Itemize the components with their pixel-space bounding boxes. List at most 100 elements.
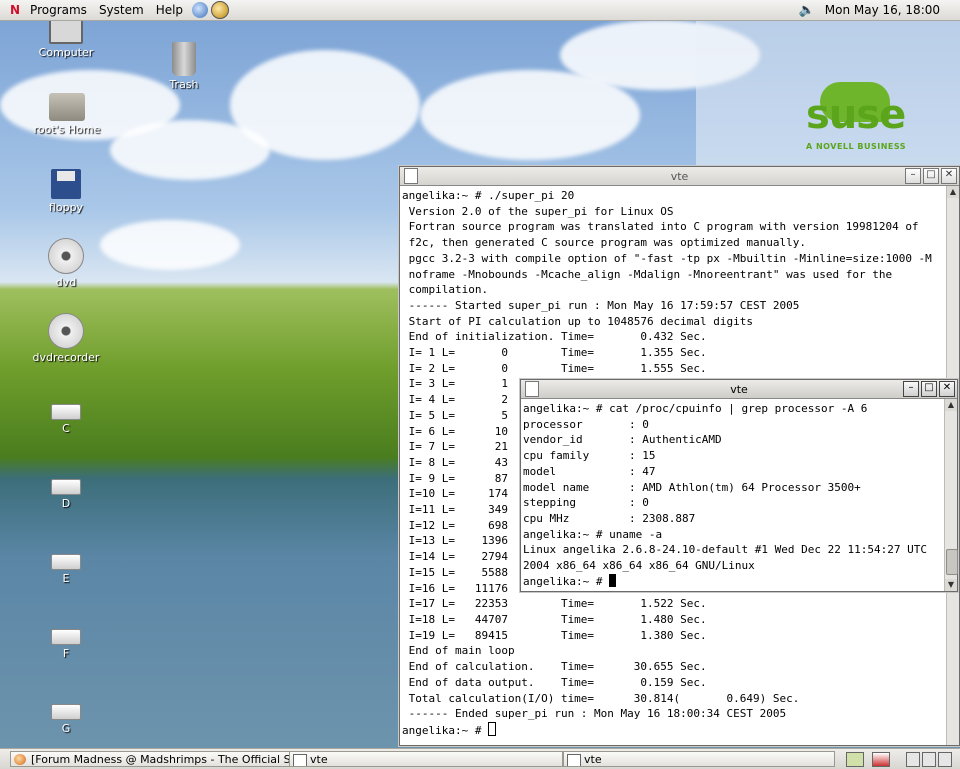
browser-icon xyxy=(14,754,26,765)
cloud xyxy=(100,220,240,270)
trash-icon xyxy=(172,42,196,76)
terminal-prompt-line[interactable]: angelika:~ # xyxy=(402,721,943,739)
terminal-line: End of data output. Time= 0.159 Sec. xyxy=(402,675,707,689)
disc-icon xyxy=(48,313,84,349)
desktop-icon-label: Computer xyxy=(38,46,94,59)
desktop-icon-drive-c[interactable]: C xyxy=(26,404,106,435)
novell-logo-icon[interactable]: N xyxy=(10,3,20,17)
window-title: vte xyxy=(670,169,689,183)
terminal-line: cpu family : 15 xyxy=(523,449,656,463)
desktop-icon-label: dvdrecorder xyxy=(32,351,100,364)
terminal-line: f2c, then generated C source program was… xyxy=(402,236,806,250)
menu-help[interactable]: Help xyxy=(150,3,189,17)
terminal-prompt-line[interactable]: angelika:~ # xyxy=(523,573,941,590)
terminal-line: cpu MHz : 2308.887 xyxy=(523,511,696,525)
terminal-line: model name : AMD Athlon(tm) 64 Processor… xyxy=(523,480,861,494)
floppy-icon xyxy=(51,169,81,199)
disc-icon xyxy=(48,238,84,274)
menu-programs[interactable]: Programs xyxy=(24,3,93,17)
terminal-line: I= 1 L= 0 Time= 1.355 Sec. xyxy=(402,346,707,360)
terminal-line: angelika:~ # ./super_pi 20 xyxy=(402,189,575,202)
compass-launcher-icon[interactable] xyxy=(211,1,230,19)
scroll-up-icon[interactable]: ▲ xyxy=(947,186,959,198)
computer-icon xyxy=(49,20,83,44)
terminal-prompt: angelika:~ # xyxy=(523,574,610,588)
terminal-line: pgcc 3.2-3 with compile option of "-fast… xyxy=(402,251,932,265)
window-titlebar[interactable]: vte – □ ✕ xyxy=(400,167,959,186)
desktop-icon-label: C xyxy=(62,422,70,435)
drive-icon xyxy=(51,404,81,420)
clock[interactable]: Mon May 16, 18:00 xyxy=(825,3,940,17)
workspace-2-icon[interactable] xyxy=(922,752,936,767)
scroll-down-icon[interactable]: ▼ xyxy=(945,579,957,591)
terminal-line: Fortran source program was translated in… xyxy=(402,220,919,234)
window-title: vte xyxy=(730,382,748,396)
show-desktop-icon[interactable] xyxy=(846,752,864,767)
desktop-icon-label: floppy xyxy=(48,201,84,214)
brand-logo: suse xyxy=(806,92,906,138)
terminal-prompt: angelika:~ # xyxy=(402,723,489,737)
close-button[interactable]: ✕ xyxy=(941,168,957,184)
browser-launcher-icon[interactable] xyxy=(192,2,209,18)
terminal-line: Start of PI calculation up to 1048576 de… xyxy=(402,314,753,328)
maximize-button[interactable]: □ xyxy=(921,381,937,397)
minimize-button[interactable]: – xyxy=(905,168,921,184)
scrollbar-thumb[interactable] xyxy=(946,549,958,575)
window-menu-icon[interactable] xyxy=(525,381,539,397)
desktop-icon-drive-f[interactable]: F xyxy=(26,629,106,660)
window-titlebar[interactable]: vte – □ ✕ xyxy=(521,380,957,399)
workspace-1-icon[interactable] xyxy=(906,752,920,767)
terminal-line: ------ Started super_pi run : Mon May 16… xyxy=(402,298,800,312)
scrollbar[interactable]: ▲ ▼ xyxy=(944,399,958,591)
minimize-button[interactable]: – xyxy=(903,381,919,397)
desktop-icon-label: G xyxy=(61,722,71,735)
desktop-icon-dvdrecorder[interactable]: dvdrecorder xyxy=(26,313,106,364)
terminal-line: Version 2.0 of the super_pi for Linux OS xyxy=(402,204,674,218)
terminal-line: Total calculation(I/O) time= 30.814( 0.6… xyxy=(402,691,800,705)
desktop-icon-label: root's Home xyxy=(33,123,101,136)
workspace-3-icon[interactable] xyxy=(938,752,952,767)
terminal-line: I=18 L= 44707 Time= 1.480 Sec. xyxy=(402,612,707,626)
terminal-window-front[interactable]: vte – □ ✕ angelika:~ # cat /proc/cpuinfo… xyxy=(520,379,958,592)
taskbar-item-browser[interactable]: [Forum Madness @ Madshrimps - The Offici… xyxy=(10,751,290,767)
terminal-line: vendor_id : AuthenticAMD xyxy=(523,433,722,447)
terminal-line: 2004 x86_64 x86_64 x86_64 GNU/Linux xyxy=(523,559,755,573)
desktop-icon-drive-e[interactable]: E xyxy=(26,554,106,585)
terminal-line: angelika:~ # uname -a xyxy=(523,527,663,541)
terminal-icon xyxy=(293,754,307,766)
close-button[interactable]: ✕ xyxy=(939,381,955,397)
terminal-icon xyxy=(567,754,581,766)
desktop-icon-floppy[interactable]: floppy xyxy=(26,169,106,214)
menu-system[interactable]: System xyxy=(93,3,150,17)
window-menu-icon[interactable] xyxy=(404,168,418,184)
drive-icon xyxy=(51,479,81,495)
terminal-line: Linux angelika 2.6.8-24.10-default #1 We… xyxy=(523,543,927,557)
taskbar-item-label: vte xyxy=(310,753,328,766)
terminal-line: I=17 L= 22353 Time= 1.522 Sec. xyxy=(402,597,707,611)
taskbar-item-label: vte xyxy=(584,753,602,766)
terminal-line: compilation. xyxy=(402,283,489,297)
terminal-line: model : 47 xyxy=(523,464,656,478)
volume-icon[interactable]: 🔈 xyxy=(799,3,815,18)
desktop-icon-home[interactable]: root's Home xyxy=(27,93,107,136)
terminal-line: processor : 0 xyxy=(523,417,649,431)
taskbar-item-vte-1[interactable]: vte xyxy=(289,751,563,767)
desktop-icon-computer[interactable]: Computer xyxy=(26,20,106,59)
desktop-icon-drive-g[interactable]: G xyxy=(26,704,106,735)
taskbar-item-label: [Forum Madness @ Madshrimps - The Offici… xyxy=(31,753,290,766)
terminal-output[interactable]: angelika:~ # cat /proc/cpuinfo | grep pr… xyxy=(521,399,943,591)
desktop-icon-dvd[interactable]: dvd xyxy=(26,238,106,289)
home-folder-icon xyxy=(49,93,85,121)
desktop-icon-drive-d[interactable]: D xyxy=(26,479,106,510)
desktop-icon-label: D xyxy=(61,497,71,510)
scroll-up-icon[interactable]: ▲ xyxy=(945,399,957,411)
taskbar: [Forum Madness @ Madshrimps - The Offici… xyxy=(0,748,960,769)
terminal-line: noframe -Mnobounds -Mcache_align -Mdalig… xyxy=(402,267,893,281)
taskbar-item-vte-2[interactable]: vte xyxy=(563,751,835,767)
terminal-line: angelika:~ # cat /proc/cpuinfo | grep pr… xyxy=(523,402,868,415)
desktop-icon-trash[interactable]: Trash xyxy=(144,42,224,91)
maximize-button[interactable]: □ xyxy=(923,168,939,184)
trash-applet-icon[interactable] xyxy=(872,752,890,767)
text-cursor xyxy=(609,573,617,587)
cloud xyxy=(230,50,420,160)
